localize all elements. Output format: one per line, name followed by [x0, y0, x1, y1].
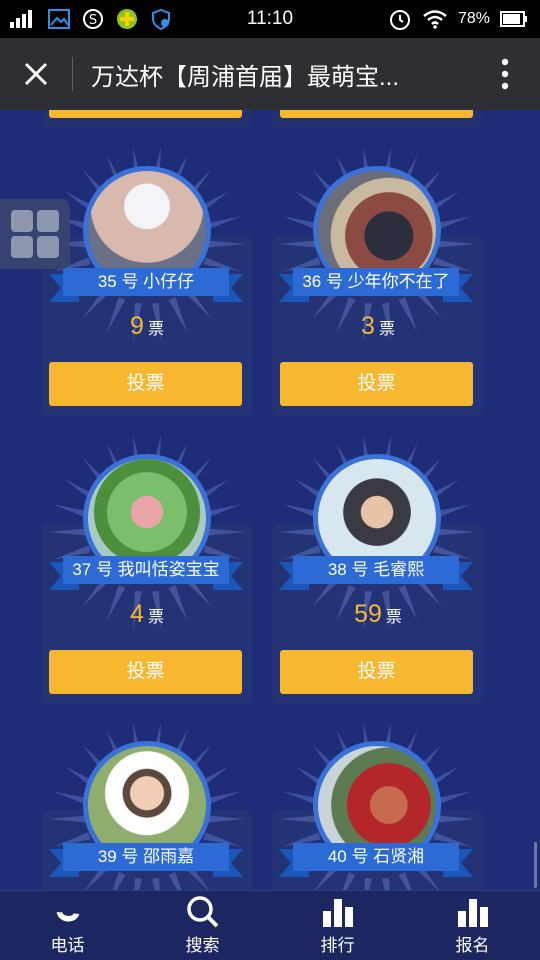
sync-icon: S — [82, 8, 104, 30]
vote-number: 3 — [361, 312, 375, 340]
nav-label: 报名 — [455, 936, 490, 955]
glow-ray — [49, 528, 88, 536]
vote-unit: 票 — [378, 321, 395, 338]
contestant-ribbon: 39 号 邵雨嘉 — [49, 843, 243, 877]
contestant-ribbon: 36 号 少年你不在了 — [279, 268, 473, 302]
nav-label: 排行 — [320, 936, 355, 955]
vote-button-partial[interactable] — [280, 110, 473, 118]
nav-label: 搜索 — [185, 936, 220, 955]
glow-ray — [279, 240, 318, 248]
vote-button[interactable]: 投票 — [49, 650, 242, 694]
contestant-name: 37 号 我叫恬姿宝宝 — [63, 556, 229, 584]
glow-ray — [206, 528, 245, 536]
contestant-list[interactable]: 35 号 小仔仔 9票 投票 36 号 少年你不在了 3票 投票 37 号 我叫… — [0, 110, 540, 890]
page-title: 万达杯【周浦首届】最萌宝... — [91, 63, 400, 91]
contestant-ribbon: 37 号 我叫恬姿宝宝 — [49, 556, 243, 590]
grid-icon — [37, 236, 59, 258]
vote-unit: 票 — [385, 609, 402, 626]
bottom-nav: 电话 搜索 排行 报名 — [0, 890, 540, 960]
contestant-ribbon: 38 号 毛睿熙 — [279, 556, 473, 590]
scrollbar[interactable] — [534, 842, 537, 888]
contestant-card-partial — [273, 110, 483, 128]
contestant-name: 35 号 小仔仔 — [63, 268, 229, 296]
glow-ray — [49, 815, 88, 823]
nav-signup[interactable]: 报名 — [405, 891, 540, 960]
signal-icon — [10, 10, 36, 28]
app-plus-icon — [116, 8, 138, 30]
vote-number: 4 — [130, 600, 144, 628]
vote-number: 59 — [354, 600, 382, 628]
shield-icon — [150, 8, 172, 30]
nav-label: 电话 — [50, 936, 85, 955]
contestant-name: 38 号 毛睿熙 — [293, 556, 459, 584]
vote-button[interactable]: 投票 — [280, 650, 473, 694]
ranking-icon — [322, 899, 353, 927]
vote-count: 3票 — [273, 312, 483, 341]
vote-unit: 票 — [147, 321, 164, 338]
contestant-name: 36 号 少年你不在了 — [293, 268, 459, 296]
vote-count: 9票 — [42, 312, 252, 341]
grid-icon — [37, 210, 59, 232]
glow-ray — [206, 815, 245, 823]
contestant-ribbon: 40 号 石贤湘 — [279, 843, 473, 877]
vote-number: 9 — [130, 312, 144, 340]
gallery-icon — [48, 9, 70, 29]
glow-ray — [381, 877, 390, 890]
vote-button[interactable]: 投票 — [280, 362, 473, 406]
vote-count: 4票 — [42, 600, 252, 629]
glow-ray — [436, 528, 475, 536]
glow-ray — [436, 240, 475, 248]
battery-icon — [500, 11, 528, 27]
search-icon — [186, 896, 218, 928]
glow-ray — [279, 815, 318, 823]
nav-search[interactable]: 搜索 — [135, 891, 270, 960]
alarm-icon — [388, 7, 412, 31]
contestant-name: 39 号 邵雨嘉 — [63, 843, 229, 871]
nav-ranking[interactable]: 排行 — [270, 891, 405, 960]
vote-count: 59 票 — [273, 600, 483, 629]
glow-ray — [134, 877, 143, 890]
contestant-ribbon: 35 号 小仔仔 — [49, 268, 243, 302]
signup-icon — [457, 899, 488, 927]
close-button[interactable] — [0, 38, 72, 110]
vote-unit: 票 — [147, 609, 164, 626]
vote-button[interactable]: 投票 — [49, 362, 242, 406]
title-bar: 万达杯【周浦首届】最萌宝... — [0, 38, 540, 110]
glow-ray — [151, 877, 160, 890]
status-bar: S 11:10 78% — [0, 0, 540, 38]
glow-ray — [364, 877, 373, 890]
floating-menu-button[interactable] — [0, 199, 70, 269]
wifi-icon — [422, 9, 448, 29]
contestant-name: 40 号 石贤湘 — [293, 843, 459, 871]
grid-icon — [11, 236, 33, 258]
more-vertical-icon — [501, 58, 509, 90]
close-icon — [24, 62, 48, 86]
glow-ray — [279, 528, 318, 536]
grid-icon — [11, 210, 33, 232]
contestant-card-partial — [42, 110, 252, 128]
phone-icon — [56, 912, 79, 922]
battery-percent: 78% — [457, 10, 490, 27]
glow-ray — [206, 240, 245, 248]
more-options-button[interactable] — [470, 38, 540, 110]
vote-button-partial[interactable] — [49, 110, 242, 118]
svg-text:S: S — [89, 13, 97, 28]
glow-ray — [436, 815, 475, 823]
nav-phone[interactable]: 电话 — [0, 891, 135, 960]
